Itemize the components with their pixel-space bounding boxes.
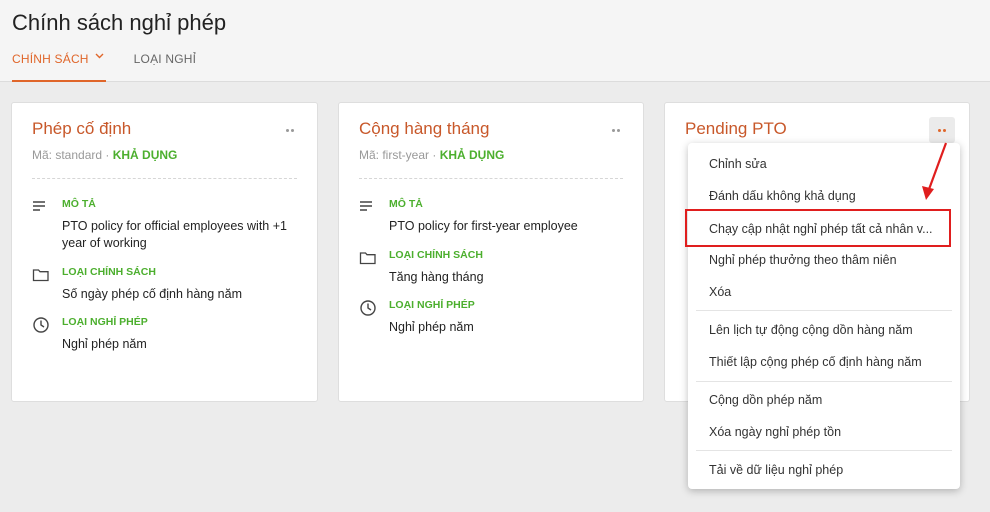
- more-dots-icon-dot: [617, 128, 620, 132]
- divider: [32, 178, 297, 179]
- field-label: LOẠI CHÍNH SÁCH: [62, 266, 156, 278]
- field-value: PTO policy for first-year employee: [389, 219, 578, 233]
- menu-item-accrue-annual[interactable]: Cộng dồn phép năm: [688, 384, 960, 416]
- menu-item-fixed-annual[interactable]: Thiết lập cộng phép cố định hàng năm: [688, 346, 960, 378]
- menu-divider: [696, 381, 952, 382]
- field-value: Nghỉ phép năm: [389, 320, 474, 334]
- tab-policies-label: CHÍNH SÁCH: [12, 52, 89, 66]
- menu-item-schedule-accrual[interactable]: Lên lịch tự động cộng dồn hàng năm: [688, 314, 960, 346]
- status-badge: KHẢ DỤNG: [439, 148, 505, 162]
- menu-item-run-update-all[interactable]: Chạy cập nhật nghỉ phép tất cả nhân v...: [688, 213, 960, 245]
- card-title: Phép cố định: [32, 119, 132, 138]
- more-dots-icon-dot: [943, 128, 946, 132]
- dot-separator: ·: [429, 148, 440, 162]
- lines-icon: [33, 201, 45, 211]
- field-value: Tăng hàng tháng: [389, 270, 484, 284]
- menu-divider: [696, 310, 952, 311]
- folder-icon: [359, 252, 376, 265]
- status-badge: KHẢ DỤNG: [112, 148, 178, 162]
- card-subtitle: Mã: standard · KHẢ DỤNG: [32, 148, 177, 162]
- menu-item-delete[interactable]: Xóa: [688, 276, 960, 308]
- policy-card-first-year: Cộng hàng tháng Mã: first-year · KHẢ DỤN…: [338, 102, 644, 402]
- menu-item-download-data[interactable]: Tải về dữ liệu nghỉ phép: [688, 454, 960, 486]
- chevron-down-icon: [95, 53, 104, 59]
- lines-icon: [360, 201, 372, 211]
- tab-leave-types[interactable]: LOẠI NGHỈ: [134, 50, 196, 82]
- field-value: Nghỉ phép năm: [62, 337, 147, 351]
- tab-leave-types-label: LOẠI NGHỈ: [133, 52, 197, 66]
- dot-separator: ·: [102, 148, 113, 162]
- tabs: CHÍNH SÁCH LOẠI NGHỈ: [12, 50, 224, 82]
- field-label: MÔ TẢ: [62, 198, 96, 210]
- more-dots-icon: [286, 128, 289, 132]
- field-label: LOẠI NGHỈ PHÉP: [62, 316, 148, 328]
- more-options-button[interactable]: [603, 117, 629, 143]
- card-code: Mã: standard: [32, 148, 103, 162]
- page-title: Chính sách nghỉ phép: [12, 10, 227, 35]
- clock-icon: [360, 300, 376, 316]
- card-subtitle: Mã: first-year · KHẢ DỤNG: [359, 148, 504, 162]
- policy-card-standard: Phép cố định Mã: standard · KHẢ DỤNG MÔ …: [11, 102, 318, 402]
- card-title: Pending PTO: [685, 119, 787, 138]
- card-title: Cộng hàng tháng: [359, 119, 490, 138]
- more-dots-icon-dot: [291, 128, 294, 132]
- divider: [359, 178, 623, 179]
- tab-policies[interactable]: CHÍNH SÁCH: [12, 50, 106, 82]
- card-code: Mã: first-year: [359, 148, 430, 162]
- folder-icon: [32, 269, 49, 282]
- more-dots-icon: [938, 128, 941, 132]
- menu-item-seniority-bonus[interactable]: Nghỉ phép thưởng theo thâm niên: [688, 244, 960, 276]
- field-value: PTO policy for official employees with +…: [62, 219, 287, 250]
- menu-item-delete-carryover[interactable]: Xóa ngày nghỉ phép tồn: [688, 416, 960, 448]
- arrow-icon: [922, 142, 948, 200]
- menu-divider: [696, 450, 952, 451]
- field-label: LOẠI CHÍNH SÁCH: [389, 249, 483, 261]
- more-options-button[interactable]: [277, 117, 303, 143]
- field-label: MÔ TẢ: [389, 198, 423, 210]
- clock-icon: [33, 317, 49, 333]
- more-dots-icon: [612, 128, 615, 132]
- field-label: LOẠI NGHỈ PHÉP: [389, 299, 475, 311]
- top-bar: Chính sách nghỉ phép CHÍNH SÁCH LOẠI NGH…: [0, 0, 990, 82]
- field-value: Số ngày phép cố định hàng năm: [62, 287, 242, 301]
